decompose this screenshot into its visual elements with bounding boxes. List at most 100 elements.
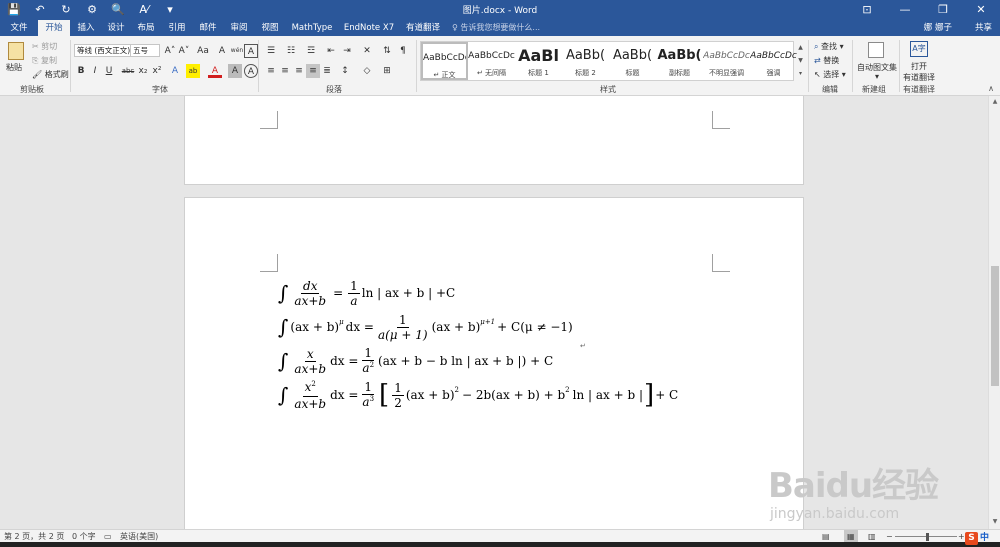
shading-icon[interactable]: ◇ [360, 64, 374, 78]
autotext-icon[interactable] [868, 42, 884, 58]
style-heading-1[interactable]: AaBl 标题 1 [515, 42, 562, 80]
format-painter-label: 格式刷 [44, 70, 69, 79]
highlight-icon[interactable]: ab [186, 64, 200, 78]
tab-endnote[interactable]: EndNote X7 [340, 20, 398, 36]
scroll-thumb[interactable] [991, 266, 999, 386]
enclose-characters-icon[interactable]: A [244, 64, 258, 78]
distributed-icon[interactable]: ≣ [320, 64, 334, 78]
style-no-spacing[interactable]: AaBbCcDc ↵ 无间隔 [468, 42, 515, 80]
align-center-icon[interactable]: ≡ [278, 64, 292, 78]
style-title[interactable]: AaBb(标题 [609, 42, 656, 80]
gallery-more-icon[interactable]: ▾ [796, 67, 805, 80]
page-1[interactable] [184, 96, 804, 185]
tab-youdao[interactable]: 有道翻译 [402, 20, 444, 36]
show-marks-icon[interactable]: ¶ [396, 44, 410, 58]
align-left-icon[interactable]: ≡ [264, 64, 278, 78]
copy-button[interactable]: ⎘ 复制 [32, 55, 57, 66]
text-effects-icon[interactable]: A [168, 64, 182, 78]
youdao-translate-button[interactable]: 有道翻译 [903, 72, 935, 83]
group-separator [852, 40, 853, 92]
chinese-layout-icon[interactable]: ✕ [360, 44, 374, 58]
tab-insert[interactable]: 插入 [72, 20, 100, 36]
equation-block[interactable]: ∫ dx ax+b = 1a ln | ax + b | +C ∫ (ax + b… [278, 276, 678, 412]
style-name: 强调 [766, 69, 781, 77]
tell-me-search[interactable]: ♀ 告诉我您想要做什么... [452, 20, 540, 36]
equation-4[interactable]: ∫ x2 ax+b dx = 1 a3 [ 12 (ax + b) 2 − 2b(ax… [278, 378, 678, 412]
format-painter-button[interactable]: 🖌 格式刷 [32, 69, 69, 80]
close-icon[interactable]: ✕ [962, 0, 1000, 20]
tab-layout[interactable]: 布局 [132, 20, 160, 36]
gallery-down-icon[interactable]: ▼ [796, 54, 805, 67]
collapse-ribbon-icon[interactable]: ∧ [988, 84, 994, 93]
coefficient: 1 a2 [360, 346, 376, 377]
character-shading-icon[interactable]: A [228, 64, 242, 78]
tab-view[interactable]: 视图 [256, 20, 284, 36]
bold-icon[interactable]: B [74, 64, 88, 78]
numbering-icon[interactable]: ☷ [284, 44, 298, 58]
decrease-indent-icon[interactable]: ⇤ [324, 44, 338, 58]
gallery-up-icon[interactable]: ▲ [796, 41, 805, 54]
replace-button[interactable]: ⇄ 替换 [814, 55, 839, 66]
share-button[interactable]: 共享 [975, 20, 992, 36]
line-spacing-icon[interactable]: ↕ [338, 64, 352, 78]
strikethrough-icon[interactable]: abc [120, 64, 136, 78]
group-separator [258, 40, 259, 92]
translate-icon[interactable]: A字 [910, 41, 928, 57]
scroll-down-icon[interactable]: ▼ [989, 518, 1000, 525]
style-emphasis[interactable]: AaBbCcDc 强调 [750, 42, 797, 80]
find-button[interactable]: ⌕ 查找 ▾ [814, 41, 844, 52]
shrink-font-icon[interactable]: A˅ [177, 44, 191, 58]
youdao-group-label: 有道翻译 [903, 85, 935, 94]
autotext-dropdown-icon[interactable]: ▾ [875, 72, 879, 81]
borders-icon[interactable]: ⊞ [380, 64, 394, 78]
cut-button[interactable]: ✂ 剪切 [32, 41, 57, 52]
tab-home[interactable]: 开始 [38, 20, 70, 36]
superscript-icon[interactable]: x² [150, 64, 164, 78]
phonetic-guide-icon[interactable]: wén [230, 44, 244, 58]
character-border-icon[interactable]: A [244, 44, 258, 58]
bullets-icon[interactable]: ☰ [264, 44, 278, 58]
equation-1[interactable]: ∫ dx ax+b = 1a ln | ax + b | +C [278, 276, 678, 310]
justify-icon[interactable]: ≡ [306, 64, 320, 78]
style-subtitle[interactable]: AaBb(副标题 [656, 42, 703, 80]
denominator-base: a [362, 394, 370, 409]
multilevel-list-icon[interactable]: ☲ [304, 44, 318, 58]
underline-icon[interactable]: U [102, 64, 116, 78]
font-size-combo[interactable]: 五号 [130, 44, 160, 57]
style-subtle-emphasis[interactable]: AaBbCcDc 不明显强调 [703, 42, 750, 80]
coefficient: 1a [348, 279, 360, 308]
align-right-icon[interactable]: ≡ [292, 64, 306, 78]
open-youdao-button[interactable]: 打开 [911, 61, 927, 72]
tab-review[interactable]: 审阅 [225, 20, 253, 36]
minimize-icon[interactable]: — [886, 0, 924, 20]
equation-2[interactable]: ∫ (ax + b) μ dx = 1 a(μ + 1) (ax + b) μ+1 +… [278, 310, 678, 344]
grow-font-icon[interactable]: A˄ [163, 44, 177, 58]
ribbon-display-options-icon[interactable]: ⊡ [848, 0, 886, 20]
scroll-up-icon[interactable]: ▲ [989, 98, 1000, 105]
crop-mark [260, 111, 278, 129]
font-color-icon[interactable]: A [208, 64, 222, 78]
paste-button[interactable]: 粘贴 [6, 62, 22, 73]
denominator-base: a [362, 360, 370, 375]
paste-icon[interactable] [8, 42, 24, 60]
tab-references[interactable]: 引用 [163, 20, 191, 36]
tab-design[interactable]: 设计 [102, 20, 130, 36]
vertical-scrollbar[interactable]: ▲ ▼ [988, 96, 1000, 529]
zoom-slider-thumb[interactable] [926, 533, 929, 541]
select-button[interactable]: ↖ 选择 ▾ [814, 69, 846, 80]
style-heading-2[interactable]: AaBb(标题 2 [562, 42, 609, 80]
tab-mathtype[interactable]: MathType [288, 20, 336, 36]
clear-format-icon[interactable]: A [215, 44, 229, 58]
subscript-icon[interactable]: x₂ [136, 64, 150, 78]
style-normal[interactable]: AaBbCcDc ↵ 正文 [421, 42, 468, 80]
tab-file[interactable]: 文件 [4, 20, 34, 36]
equation-3[interactable]: ∫ x ax+b dx = 1 a2 (ax + b − b ln | ax + b… [278, 344, 678, 378]
italic-icon[interactable]: I [88, 64, 102, 78]
tab-mailings[interactable]: 邮件 [194, 20, 222, 36]
sort-icon[interactable]: ⇅ [380, 44, 394, 58]
user-account[interactable]: 娜 娜子 [924, 20, 952, 36]
increase-indent-icon[interactable]: ⇥ [340, 44, 354, 58]
change-case-icon[interactable]: Aa [194, 44, 212, 58]
maximize-icon[interactable]: ❐ [924, 0, 962, 20]
ime-indicator[interactable]: S中 [965, 530, 997, 545]
